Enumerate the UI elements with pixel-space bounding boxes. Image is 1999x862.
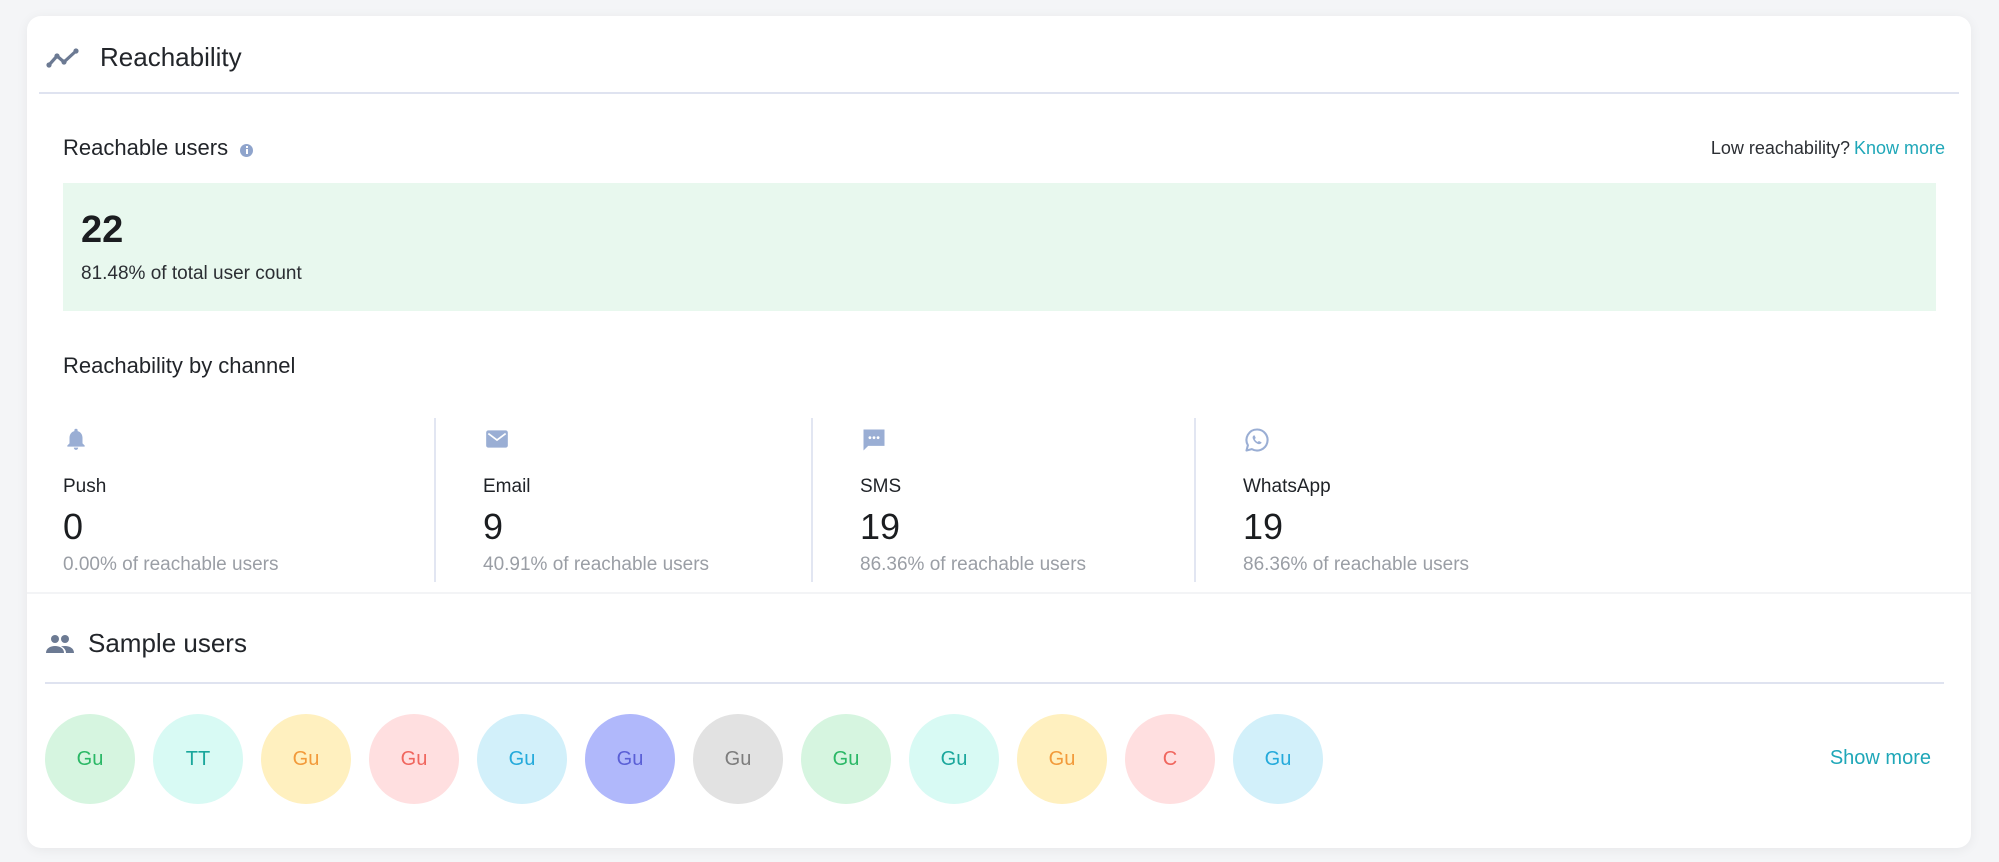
reachable-users-label: Reachable users (63, 135, 229, 160)
channel-percent: 86.36% of reachable users (1243, 554, 1470, 575)
channel-percent: 40.91% of reachable users (483, 554, 710, 575)
channel-percent: 86.36% of reachable users (860, 554, 1087, 575)
reachable-users-summary: 22 81.48% of total user count (63, 183, 1936, 311)
channel-label: WhatsApp (1243, 476, 1331, 497)
user-avatar[interactable]: Gu (1017, 714, 1107, 804)
reachable-users-percent: 81.48% of total user count (81, 263, 302, 284)
channel-label: Email (483, 476, 531, 497)
channel-separator (811, 418, 813, 582)
channel-separator (434, 418, 436, 582)
user-avatar[interactable]: Gu (693, 714, 783, 804)
user-avatar[interactable]: Gu (1233, 714, 1323, 804)
reachability-title: Reachability (100, 42, 242, 72)
users-icon (45, 631, 75, 657)
channel-push: Push 0 0.00% of reachable users (63, 418, 434, 582)
sms-icon (860, 426, 886, 452)
channel-percent: 0.00% of reachable users (63, 554, 279, 575)
channel-count: 9 (483, 506, 504, 547)
channel-count: 0 (63, 506, 84, 547)
trend-line-icon (45, 43, 81, 73)
whatsapp-icon (1243, 426, 1269, 452)
channel-list: Push 0 0.00% of reachable users Email 9 … (63, 418, 1594, 582)
reachable-users-count: 22 (81, 209, 124, 251)
reachability-card: Reachability Reachable users Low reachab… (27, 16, 1971, 848)
user-avatar[interactable]: C (1125, 714, 1215, 804)
sample-users-divider (45, 682, 1944, 684)
user-avatar[interactable]: Gu (369, 714, 459, 804)
channel-sms: SMS 19 86.36% of reachable users (811, 418, 1194, 582)
low-reachability-text: Low reachability? (1710, 138, 1850, 158)
reachability-divider (39, 92, 1959, 94)
user-avatar[interactable]: Gu (261, 714, 351, 804)
channel-count: 19 (860, 506, 901, 547)
channel-email: Email 9 40.91% of reachable users (434, 418, 811, 582)
channel-label: Push (63, 476, 107, 497)
channel-separator (1194, 418, 1196, 582)
email-icon (483, 426, 509, 452)
user-avatar[interactable]: Gu (477, 714, 567, 804)
reachable-users-heading: Reachable users (63, 135, 254, 161)
sample-user-list: Gu TT Gu Gu Gu Gu Gu Gu Gu Gu C Gu (45, 714, 1341, 804)
channel-whatsapp: WhatsApp 19 86.36% of reachable users (1194, 418, 1594, 582)
reachability-header: Reachability (45, 42, 1971, 73)
section-separator (27, 592, 1971, 594)
user-avatar[interactable]: Gu (45, 714, 135, 804)
sample-users-header: Sample users (45, 628, 1971, 659)
by-channel-heading: Reachability by channel (63, 353, 296, 378)
user-avatar[interactable]: Gu (801, 714, 891, 804)
show-more-link[interactable]: Show more (1830, 747, 1931, 770)
know-more-link[interactable]: Know more (1854, 138, 1945, 158)
user-avatar[interactable]: Gu (909, 714, 999, 804)
sample-users-title: Sample users (88, 628, 247, 658)
low-reachability-note: Low reachability? Know more (1711, 138, 1945, 159)
user-avatar[interactable]: Gu (585, 714, 675, 804)
channel-count: 19 (1243, 506, 1284, 547)
info-icon[interactable] (240, 143, 254, 157)
channel-label: SMS (860, 476, 902, 497)
bell-icon (63, 426, 89, 452)
user-avatar[interactable]: TT (153, 714, 243, 804)
